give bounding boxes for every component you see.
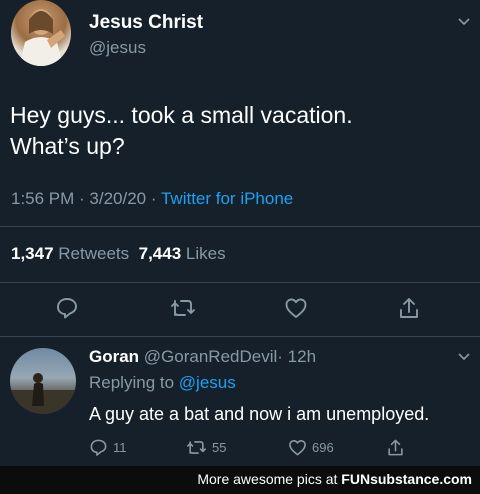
retweet-icon[interactable] [170, 296, 196, 320]
chevron-down-icon[interactable] [457, 350, 471, 364]
share-icon[interactable] [397, 296, 421, 320]
divider [0, 282, 480, 283]
chevron-down-icon[interactable] [457, 15, 471, 29]
reply-tweet: Goran @GoranRedDevil· 12h Replying to @j… [0, 336, 480, 466]
watermark-text: More awesome pics at FUNsubstance.com [197, 471, 472, 487]
meta-separator: · [146, 189, 161, 208]
retweet-icon [186, 438, 207, 457]
like-icon [288, 438, 307, 457]
reply-actions: 11 55 696 [0, 438, 480, 460]
tweet-actions [0, 296, 480, 324]
watermark-brand[interactable]: FUNsubstance.com [341, 471, 472, 487]
retweets-stat[interactable]: 1,347 Retweets [11, 244, 129, 263]
avatar[interactable] [11, 0, 71, 66]
reply-count: 11 [113, 440, 127, 455]
reply-retweet-button[interactable]: 55 [186, 438, 226, 457]
likes-count: 7,443 [138, 244, 182, 263]
like-count: 696 [312, 440, 334, 455]
author-handle[interactable]: @jesus [89, 38, 146, 58]
reply-header: Goran @GoranRedDevil· 12h [89, 347, 316, 367]
reply-text: A guy ate a bat and now i am unemployed. [89, 404, 430, 424]
tweet-date[interactable]: 3/20/20 [89, 189, 146, 208]
likes-label: Likes [185, 244, 226, 263]
reply-icon [89, 438, 108, 457]
likes-stat[interactable]: 7,443 Likes [139, 244, 226, 263]
reply-reply-button[interactable]: 11 [89, 438, 127, 457]
retweets-count: 1,347 [11, 244, 54, 263]
watermark-footer: More awesome pics at FUNsubstance.com [0, 466, 480, 494]
reply-author-name[interactable]: Goran [89, 347, 139, 366]
divider [0, 226, 480, 227]
replying-to-handle[interactable]: @jesus [179, 373, 236, 392]
avatar[interactable] [10, 348, 76, 414]
watermark-prefix: More awesome pics at [197, 471, 342, 487]
reply-author-handle[interactable]: @GoranRedDevil [144, 347, 277, 366]
avatar-image [10, 373, 76, 414]
retweet-count: 55 [212, 440, 227, 455]
retweets-label: Retweets [58, 244, 130, 263]
reply-like-button[interactable]: 696 [288, 438, 334, 457]
main-tweet: Jesus Christ @jesus Hey guys... took a s… [0, 0, 480, 344]
avatar-image [19, 9, 65, 66]
tweet-text: Hey guys... took a small vacation. What’… [10, 100, 470, 162]
reply-icon[interactable] [55, 296, 79, 320]
replying-to-label: Replying to [89, 373, 179, 392]
like-icon[interactable] [284, 296, 308, 320]
reply-time[interactable]: · 12h [277, 347, 316, 366]
tweet-text-line: What’s up? [10, 133, 125, 159]
tweet-time[interactable]: 1:56 PM [11, 189, 74, 208]
tweet-text-line: Hey guys... took a small vacation. [10, 102, 353, 128]
tweet-stats: 1,347 Retweets 7,443 Likes [11, 244, 226, 264]
meta-separator: · [74, 189, 90, 208]
tweet-source[interactable]: Twitter for iPhone [161, 189, 293, 208]
author-name[interactable]: Jesus Christ [89, 12, 203, 34]
share-icon [386, 438, 405, 457]
tweet-meta: 1:56 PM · 3/20/20 · Twitter for iPhone [11, 189, 293, 209]
reply-share-button[interactable] [386, 438, 405, 457]
replying-to: Replying to @jesus [89, 373, 236, 393]
